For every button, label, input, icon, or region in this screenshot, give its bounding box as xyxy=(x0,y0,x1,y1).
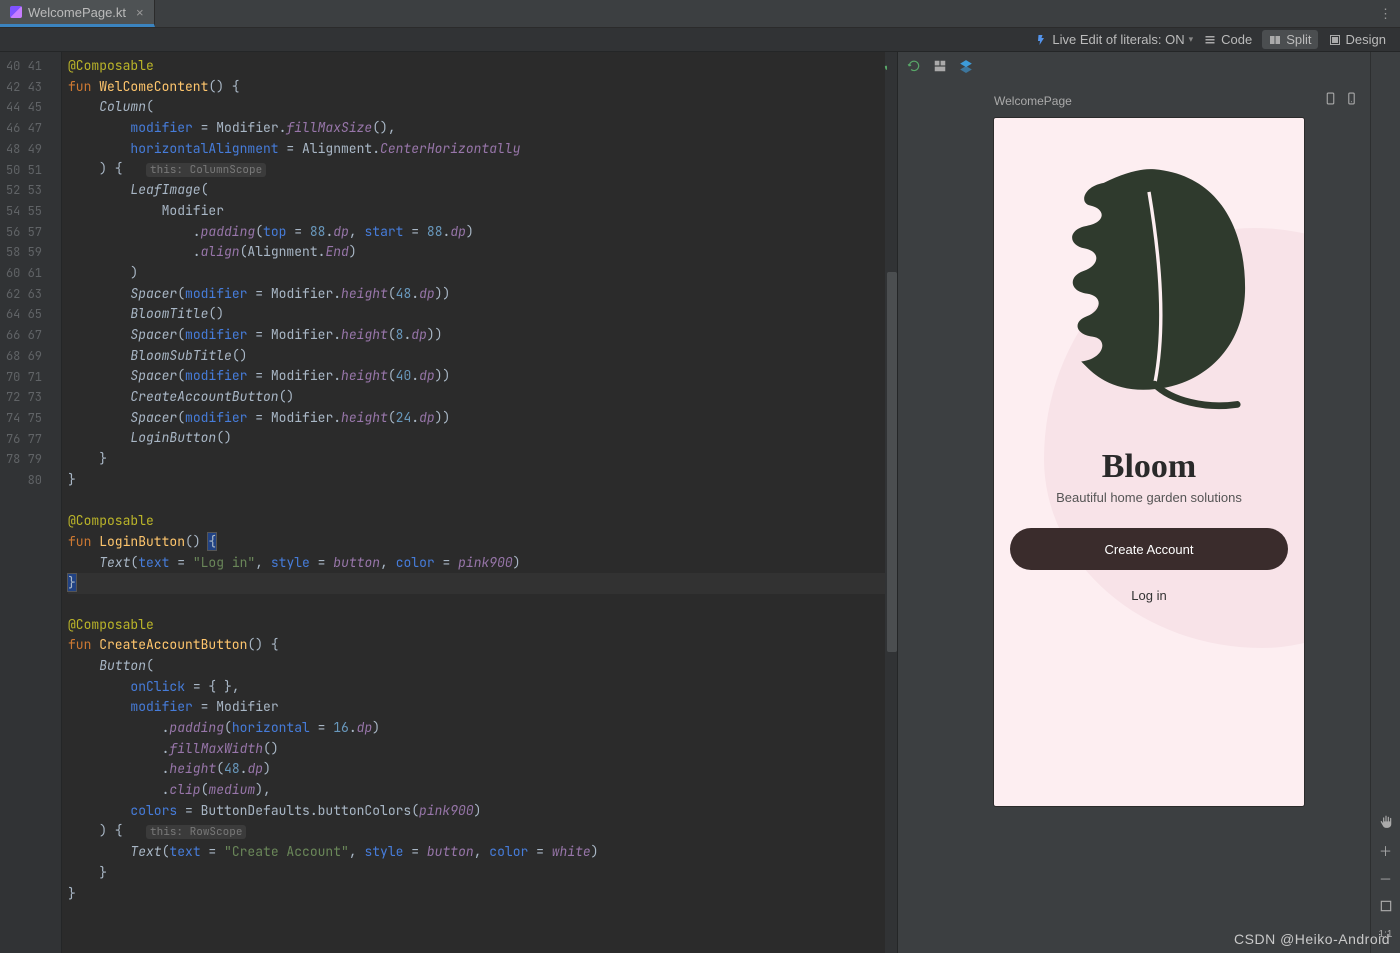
deploy-to-device-icon[interactable] xyxy=(1324,92,1337,105)
line-number-gutter: 40 41 42 43 44 45 46 47 48 49 50 51 52 5… xyxy=(0,52,48,953)
code-line[interactable]: fun LoginButton() { xyxy=(68,532,885,553)
code-line[interactable]: } xyxy=(68,573,885,594)
code-line[interactable]: Button( xyxy=(68,656,885,677)
code-line[interactable]: } xyxy=(68,449,885,470)
layers-icon[interactable] xyxy=(958,58,974,74)
code-line[interactable]: .fillMaxWidth() xyxy=(68,739,885,760)
code-line[interactable]: horizontalAlignment = Alignment.CenterHo… xyxy=(68,139,885,160)
code-line[interactable]: } xyxy=(68,863,885,884)
code-area[interactable]: @Composablefun WelComeContent() { Column… xyxy=(62,52,885,953)
code-line[interactable]: Column( xyxy=(68,97,885,118)
code-line[interactable]: Spacer(modifier = Modifier.height(48.dp)… xyxy=(68,284,885,305)
create-account-label: Create Account xyxy=(1105,542,1194,557)
compose-preview-panel: ✔ WelcomePage xyxy=(898,52,1400,953)
kotlin-file-icon xyxy=(10,6,22,18)
code-line[interactable]: Spacer(modifier = Modifier.height(40.dp)… xyxy=(68,366,885,387)
login-button[interactable]: Log in xyxy=(994,588,1304,603)
view-split-label: Split xyxy=(1286,32,1311,47)
view-design-label: Design xyxy=(1346,32,1386,47)
tab-bar: WelcomePage.kt × ⋮ xyxy=(0,0,1400,28)
pan-tool-button[interactable] xyxy=(1375,811,1397,833)
editor-scrollbar[interactable] xyxy=(887,52,897,953)
live-edit-toggle[interactable]: Live Edit of literals: ON ▾ xyxy=(1034,32,1193,47)
code-view-icon xyxy=(1203,33,1217,47)
code-line[interactable]: modifier = Modifier.fillMaxSize(), xyxy=(68,118,885,139)
device-frame: Bloom Beautiful home garden solutions Cr… xyxy=(994,118,1304,806)
lightning-icon xyxy=(1034,33,1048,47)
leaf-image xyxy=(1034,158,1264,418)
refresh-icon[interactable] xyxy=(906,58,922,74)
zoom-in-button[interactable]: ＋ xyxy=(1375,839,1397,861)
preview-device-tools xyxy=(1324,92,1358,105)
code-line[interactable]: Spacer(modifier = Modifier.height(8.dp)) xyxy=(68,325,885,346)
code-line[interactable]: .padding(horizontal = 16.dp) xyxy=(68,718,885,739)
code-line[interactable]: BloomTitle() xyxy=(68,304,885,325)
code-line[interactable]: ) { this: ColumnScope xyxy=(68,159,885,180)
code-line[interactable]: } xyxy=(68,470,885,491)
code-line[interactable] xyxy=(68,594,885,615)
code-line[interactable]: Spacer(modifier = Modifier.height(24.dp)… xyxy=(68,408,885,429)
code-line[interactable]: .height(48.dp) xyxy=(68,759,885,780)
preview-label: WelcomePage xyxy=(994,94,1072,108)
code-line[interactable]: Text(text = "Create Account", style = bu… xyxy=(68,842,885,863)
code-line[interactable]: .padding(top = 88.dp, start = 88.dp) xyxy=(68,222,885,243)
code-line[interactable]: fun CreateAccountButton() { xyxy=(68,635,885,656)
code-line[interactable]: LeafImage( xyxy=(68,180,885,201)
app-title: Bloom xyxy=(994,448,1304,486)
zoom-out-button[interactable]: － xyxy=(1375,867,1397,889)
zoom-fit-button[interactable] xyxy=(1375,895,1397,917)
code-line[interactable]: ) { this: RowScope xyxy=(68,821,885,842)
code-line[interactable]: BloomSubTitle() xyxy=(68,346,885,367)
login-label: Log in xyxy=(1131,588,1166,603)
animation-preview-icon[interactable] xyxy=(1345,92,1358,105)
app-subtitle: Beautiful home garden solutions xyxy=(994,490,1304,505)
code-line[interactable]: CreateAccountButton() xyxy=(68,387,885,408)
file-tab-label: WelcomePage.kt xyxy=(28,5,126,20)
code-line[interactable]: @Composable xyxy=(68,615,885,636)
preview-toolbar: ✔ xyxy=(898,52,1400,80)
view-code-label: Code xyxy=(1221,32,1252,47)
code-line[interactable]: modifier = Modifier xyxy=(68,697,885,718)
code-line[interactable]: } xyxy=(68,884,885,905)
code-line[interactable]: @Composable xyxy=(68,56,885,77)
code-editor[interactable]: 40 41 42 43 44 45 46 47 48 49 50 51 52 5… xyxy=(0,52,898,953)
preview-canvas[interactable]: WelcomePage Bloom xyxy=(898,80,1400,953)
design-view-icon xyxy=(1328,33,1342,47)
code-line[interactable]: Text(text = "Log in", style = button, co… xyxy=(68,553,885,574)
code-line[interactable]: @Composable xyxy=(68,511,885,532)
code-line[interactable]: Modifier xyxy=(68,201,885,222)
chevron-down-icon: ▾ xyxy=(1189,34,1194,45)
code-line[interactable]: .align(Alignment.End) xyxy=(68,242,885,263)
close-tab-icon[interactable]: × xyxy=(136,5,144,20)
scrollbar-thumb[interactable] xyxy=(887,272,897,652)
view-code-button[interactable]: Code xyxy=(1197,30,1258,49)
tab-overflow-button[interactable]: ⋮ xyxy=(1371,0,1400,27)
view-design-button[interactable]: Design xyxy=(1322,30,1392,49)
create-account-button[interactable]: Create Account xyxy=(1010,528,1288,570)
code-line[interactable]: fun WelComeContent() { xyxy=(68,77,885,98)
fold-strip[interactable] xyxy=(48,52,62,953)
code-line[interactable]: .clip(medium), xyxy=(68,780,885,801)
split-container: 40 41 42 43 44 45 46 47 48 49 50 51 52 5… xyxy=(0,52,1400,953)
live-edit-label: Live Edit of literals: ON xyxy=(1052,32,1184,47)
code-line[interactable]: ) xyxy=(68,263,885,284)
code-line[interactable]: LoginButton() xyxy=(68,428,885,449)
code-line[interactable] xyxy=(68,490,885,511)
editor-toolbelt: Live Edit of literals: ON ▾ Code Split D… xyxy=(0,28,1400,52)
code-line[interactable]: colors = ButtonDefaults.buttonColors(pin… xyxy=(68,801,885,822)
split-view-icon xyxy=(1268,33,1282,47)
file-tab[interactable]: WelcomePage.kt × xyxy=(0,0,155,27)
code-line[interactable]: onClick = { }, xyxy=(68,677,885,698)
preview-side-toolbar: ＋ － 1:1 xyxy=(1370,52,1400,953)
watermark-text: CSDN @Heiko-Android xyxy=(1234,931,1390,947)
view-split-button[interactable]: Split xyxy=(1262,30,1317,49)
layout-bounds-icon[interactable] xyxy=(932,58,948,74)
